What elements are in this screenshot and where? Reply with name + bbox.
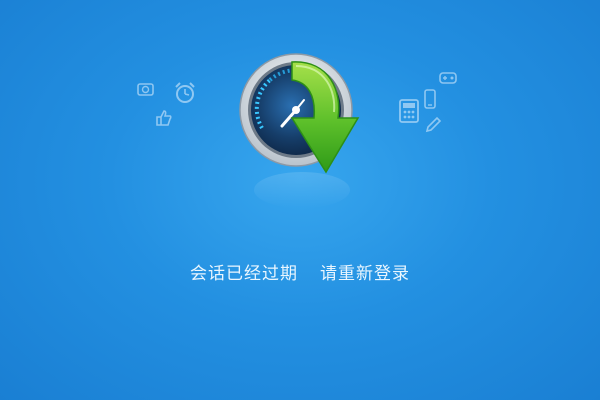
session-expired-message: 会话已经过期 请重新登录 (0, 259, 600, 284)
thumbs-up-icon (156, 110, 172, 126)
photo-icon (137, 83, 154, 96)
calculator-icon (399, 99, 419, 123)
alarm-clock-icon (175, 82, 195, 103)
phone-icon (424, 89, 436, 109)
session-expired-text: 会话已经过期 (190, 264, 298, 284)
session-expired-screen: 会话已经过期 请重新登录 (0, 0, 600, 400)
app-logo-icon (239, 53, 360, 208)
gamepad-icon (439, 72, 457, 84)
relogin-prompt-text: 请重新登录 (320, 264, 410, 284)
pencil-icon (425, 116, 442, 133)
